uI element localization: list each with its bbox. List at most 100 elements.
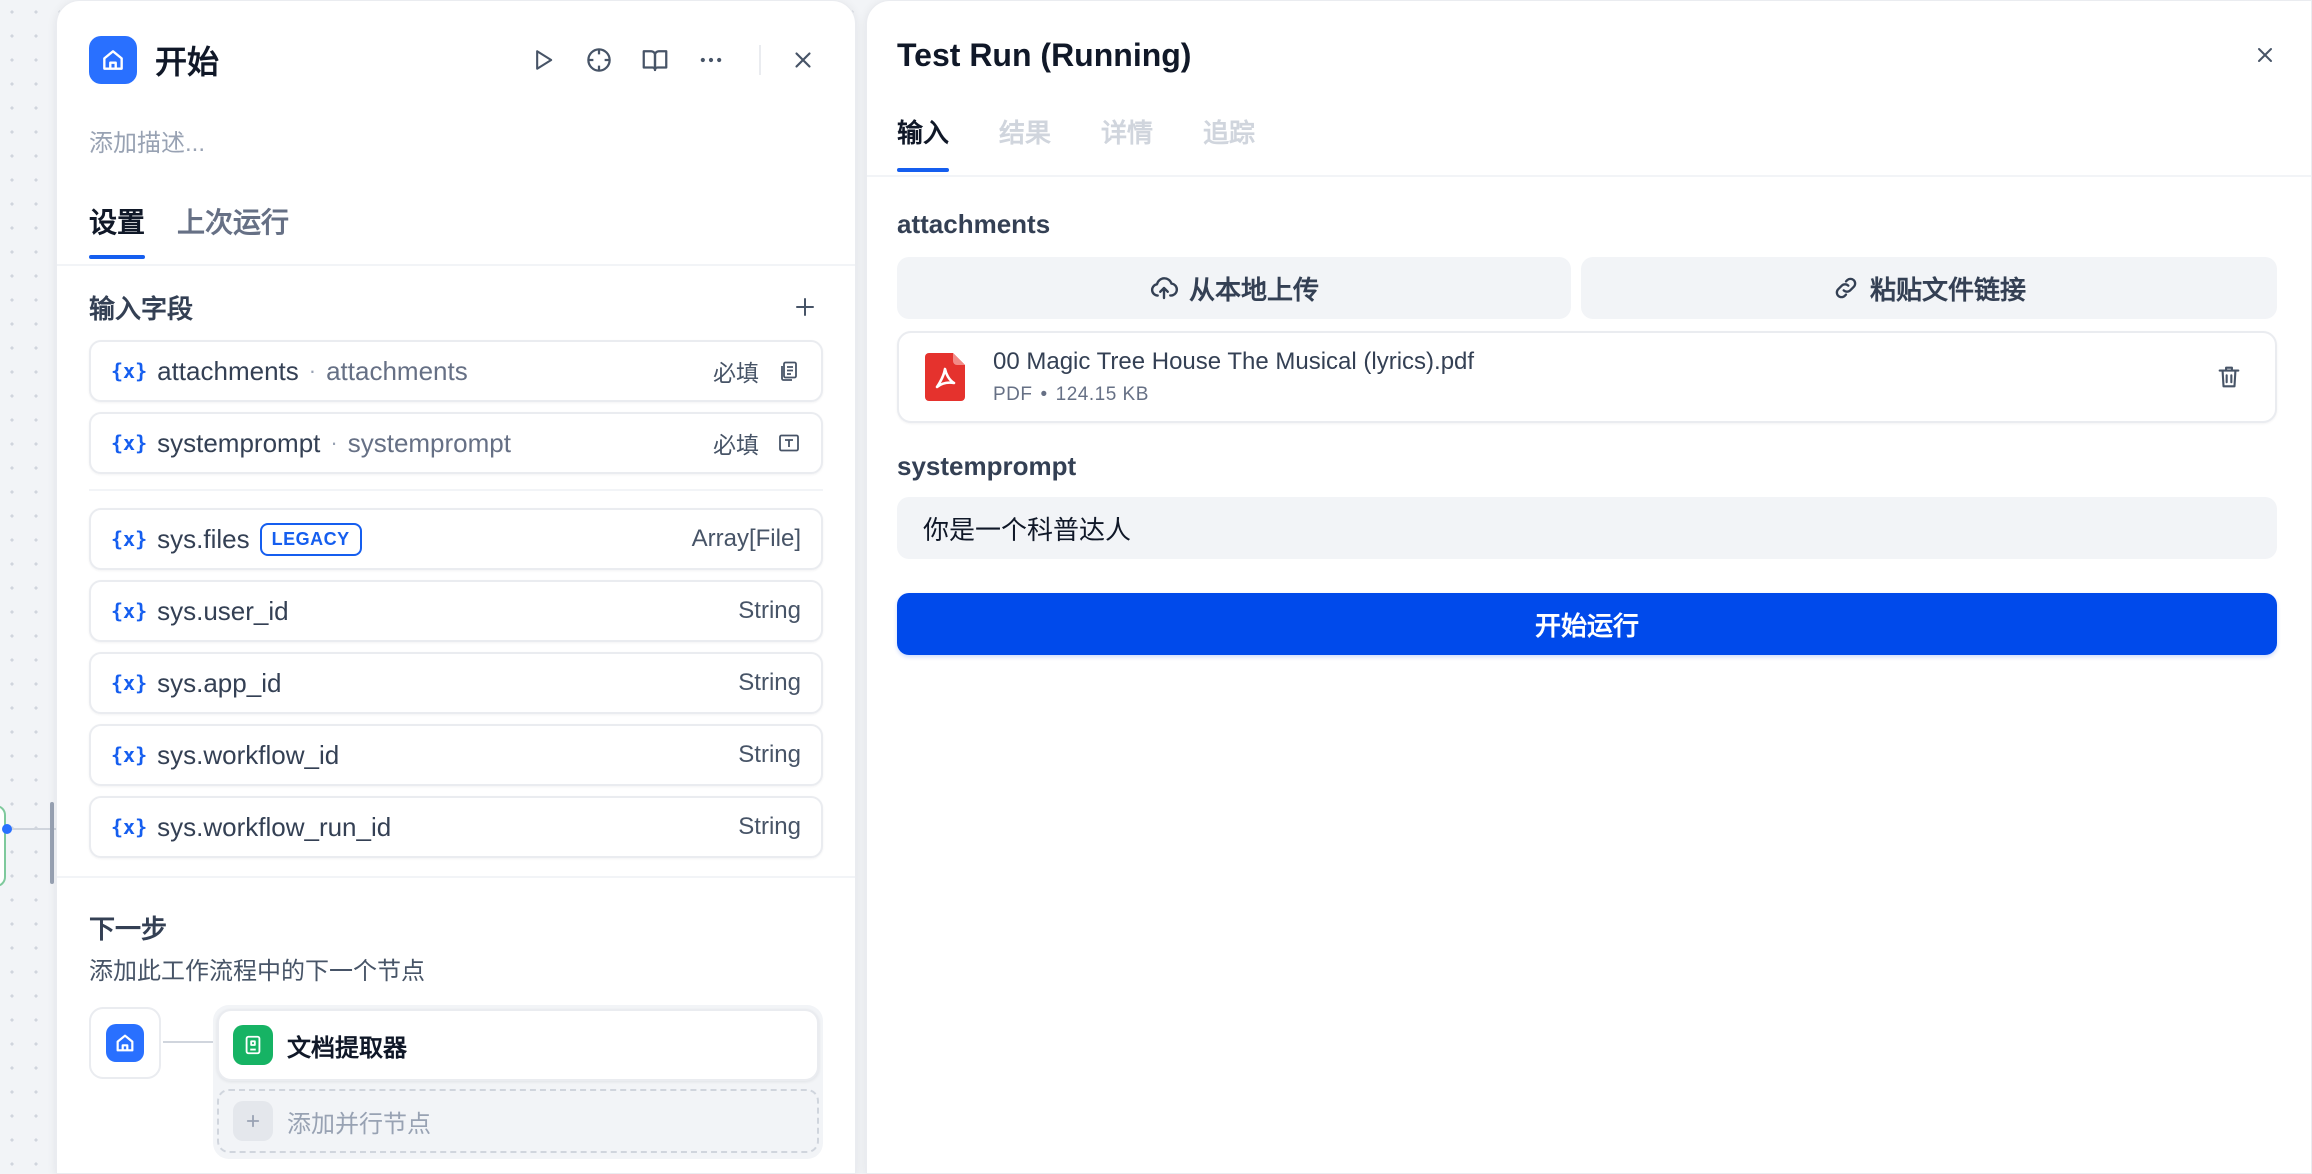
next-step-description: 添加此工作流程中的下一个节点 — [89, 958, 425, 985]
system-var-row: {x} sys.app_id String — [89, 652, 823, 714]
pdf-file-icon — [925, 353, 965, 401]
next-node-document-extractor[interactable]: 文档提取器 — [217, 1009, 819, 1081]
tabs-divider — [867, 175, 2311, 177]
var-meta: String — [738, 741, 801, 769]
next-nodes-container: 文档提取器 添加并行节点 — [213, 1005, 823, 1159]
var-meta: String — [738, 813, 801, 841]
system-var-row: {x} sys.user_id String — [89, 580, 823, 642]
paste-link-button[interactable]: 粘贴文件链接 — [1581, 257, 2277, 319]
file-name: 00 Magic Tree House The Musical (lyrics)… — [993, 348, 1475, 375]
add-input-field-button[interactable] — [787, 289, 823, 325]
field-meta: 必填 — [713, 426, 801, 460]
input-field-row-attachments[interactable]: {x} attachments · attachments 必填 — [89, 340, 823, 402]
field-name: systemprompt — [157, 427, 321, 458]
var-meta: String — [738, 669, 801, 697]
input-fields-title: 输入字段 — [89, 293, 194, 324]
variable-icon: {x} — [111, 599, 148, 623]
input-field-row-systemprompt[interactable]: {x} systemprompt · systemprompt 必填 — [89, 412, 823, 474]
variable-icon: {x} — [111, 743, 148, 767]
more-dots-icon — [700, 57, 722, 63]
delete-file-button[interactable] — [2209, 357, 2249, 397]
paste-link-label: 粘贴文件链接 — [1869, 274, 2026, 305]
settings-tabs: 设置 上次运行 — [89, 201, 289, 259]
link-icon — [1835, 277, 1857, 299]
system-var-name: sys.workflow_id — [157, 739, 340, 770]
system-var-name: sys.app_id — [157, 667, 282, 698]
canvas-edge — [6, 828, 56, 830]
field-meta: 必填 — [713, 354, 801, 388]
next-step-divider — [57, 876, 855, 878]
required-badge: 必填 — [713, 432, 759, 458]
var-type: String — [738, 741, 801, 768]
tab-tracing[interactable]: 追踪 — [1203, 113, 1255, 172]
var-type: String — [738, 597, 801, 624]
variable-icon: {x} — [111, 431, 148, 455]
tab-last-run[interactable]: 上次运行 — [177, 201, 289, 259]
add-parallel-label: 添加并行节点 — [287, 1110, 431, 1138]
next-step-title: 下一步 — [89, 914, 168, 944]
system-var-name: sys.workflow_run_id — [157, 811, 392, 842]
attachments-label: attachments — [897, 209, 1051, 239]
description-input[interactable]: 添加描述... — [89, 123, 205, 158]
more-button[interactable] — [683, 35, 739, 85]
header-divider — [759, 45, 761, 75]
close-icon — [795, 52, 811, 68]
attached-file-card: 00 Magic Tree House The Musical (lyrics)… — [897, 331, 2277, 423]
system-var-name: sys.files — [157, 523, 250, 554]
next-node-label: 文档提取器 — [287, 1034, 407, 1062]
variable-icon: {x} — [111, 671, 148, 695]
var-meta: Array[File] — [692, 525, 801, 553]
test-run-tabs: 输入 结果 详情 追踪 — [897, 113, 1255, 172]
current-node-thumb — [89, 1007, 161, 1079]
systemprompt-input[interactable] — [897, 497, 2277, 559]
vars-divider — [89, 489, 823, 491]
system-var-row: {x} sys.workflow_run_id String — [89, 796, 823, 858]
close-panel-button[interactable] — [775, 35, 831, 85]
tab-settings[interactable]: 设置 — [89, 201, 146, 259]
tab-result[interactable]: 结果 — [999, 113, 1051, 172]
system-var-row: {x} sys.files LEGACY Array[File] — [89, 508, 823, 570]
file-type: PDF — [993, 384, 1033, 405]
tab-detail[interactable]: 详情 — [1101, 113, 1153, 172]
separator-dot: · — [308, 358, 317, 383]
field-label: systemprompt — [347, 427, 511, 458]
test-run-title: Test Run (Running) — [897, 37, 1192, 73]
systemprompt-label: systemprompt — [897, 451, 1077, 481]
document-extractor-icon — [233, 1025, 273, 1065]
input-fields-header: 输入字段 — [89, 289, 823, 325]
next-step-connector — [163, 1041, 213, 1043]
cloud-upload-icon — [1150, 277, 1178, 300]
file-list-icon — [781, 361, 797, 381]
system-var-name: sys.user_id — [157, 595, 289, 626]
crosshair-icon — [587, 48, 611, 72]
tab-input[interactable]: 输入 — [897, 113, 950, 172]
add-parallel-node-button[interactable]: 添加并行节点 — [217, 1089, 819, 1153]
play-icon — [536, 50, 553, 70]
canvas-resize-bar — [50, 802, 54, 884]
header-actions — [515, 35, 831, 85]
field-label: attachments — [326, 355, 468, 386]
var-type: String — [738, 669, 801, 696]
meta-dot: • — [1040, 384, 1048, 405]
run-step-button[interactable] — [515, 35, 571, 85]
close-test-run-button[interactable] — [2245, 35, 2285, 75]
file-meta: PDF • 124.15 KB — [993, 384, 1474, 406]
locate-button[interactable] — [571, 35, 627, 85]
plus-icon — [233, 1101, 273, 1141]
upload-local-label: 从本地上传 — [1188, 274, 1319, 305]
system-var-row: {x} sys.workflow_id String — [89, 724, 823, 786]
start-run-button[interactable]: 开始运行 — [897, 593, 2277, 655]
upload-local-button[interactable]: 从本地上传 — [897, 257, 1571, 319]
plus-icon — [796, 298, 814, 316]
docs-button[interactable] — [627, 35, 683, 85]
test-run-panel: Test Run (Running) 输入 结果 详情 追踪 attachmen… — [866, 0, 2312, 1174]
var-type: Array[File] — [691, 525, 801, 552]
close-icon — [2258, 48, 2272, 62]
node-title[interactable]: 开始 — [155, 37, 219, 83]
file-size: 124.15 KB — [1055, 384, 1149, 405]
home-icon — [89, 36, 137, 84]
legacy-badge: LEGACY — [259, 522, 362, 556]
home-icon — [106, 1024, 144, 1062]
node-settings-panel: 开始 添加描述... 设置 上次运行 输入字段 {x} attachments … — [56, 0, 856, 1174]
var-type: String — [738, 813, 801, 840]
